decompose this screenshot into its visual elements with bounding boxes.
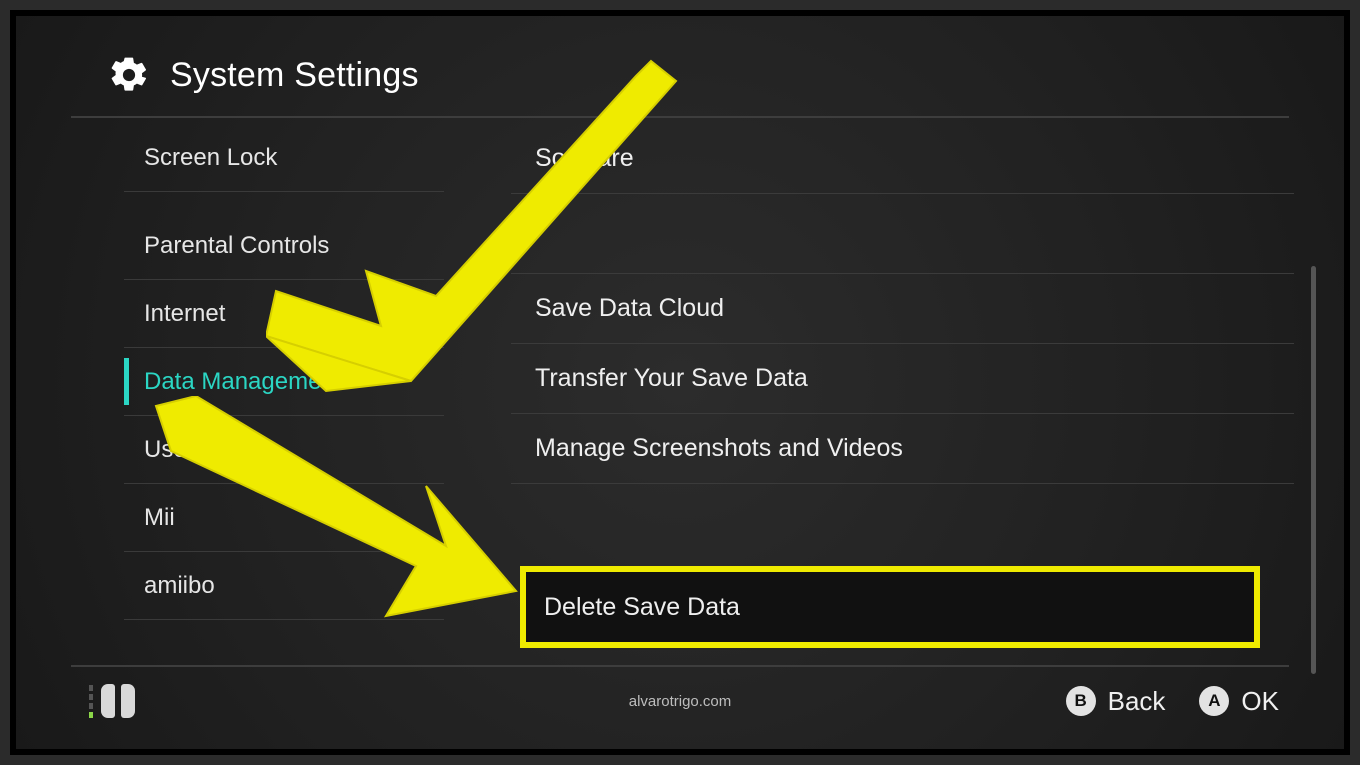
sidebar-item-label: User	[144, 436, 195, 464]
main-item-label: Manage Screenshots and Videos	[535, 434, 903, 463]
settings-sidebar: Screen Lock Parental Controls Internet D…	[124, 124, 444, 620]
sidebar-spacer	[124, 192, 444, 212]
page-title: System Settings	[170, 56, 419, 95]
page-header: System Settings	[108, 54, 419, 96]
sidebar-item-data-management[interactable]: Data Management	[124, 348, 444, 416]
main-item-label: Save Data Cloud	[535, 294, 724, 323]
a-button-icon: A	[1199, 686, 1229, 716]
sidebar-item-label: amiibo	[144, 572, 215, 600]
main-item-software[interactable]: Software	[511, 123, 1294, 194]
sidebar-item-label: Internet	[144, 300, 225, 328]
settings-main: Software Save Data Cloud Transfer Your S…	[511, 124, 1294, 484]
main-item-label: Delete Save Data	[544, 593, 740, 622]
main-item-label: Software	[535, 144, 634, 173]
hint-back[interactable]: B Back	[1066, 686, 1166, 717]
hint-label: OK	[1241, 686, 1279, 717]
sidebar-item-label: Data Management	[144, 368, 341, 396]
gear-icon	[108, 54, 150, 96]
b-button-icon: B	[1066, 686, 1096, 716]
main-section-spacer	[511, 194, 1294, 274]
sidebar-item-screen-lock[interactable]: Screen Lock	[124, 124, 444, 192]
hint-ok[interactable]: A OK	[1199, 686, 1279, 717]
sidebar-item-mii[interactable]: Mii	[124, 484, 444, 552]
main-item-save-data-cloud[interactable]: Save Data Cloud	[511, 273, 1294, 344]
sidebar-item-user[interactable]: User	[124, 416, 444, 484]
watermark-text: alvarotrigo.com	[629, 693, 732, 710]
sidebar-item-internet[interactable]: Internet	[124, 280, 444, 348]
main-item-label: Transfer Your Save Data	[535, 364, 808, 393]
sidebar-item-parental-controls[interactable]: Parental Controls	[124, 212, 444, 280]
sidebar-item-amiibo[interactable]: amiibo	[124, 552, 444, 620]
main-item-transfer-save-data[interactable]: Transfer Your Save Data	[511, 343, 1294, 414]
header-divider	[71, 116, 1289, 118]
main-item-manage-screenshots[interactable]: Manage Screenshots and Videos	[511, 413, 1294, 484]
controller-status-icon	[89, 684, 135, 718]
main-item-delete-save-data[interactable]: Delete Save Data	[520, 566, 1260, 648]
sidebar-item-label: Mii	[144, 504, 175, 532]
scrollbar[interactable]	[1311, 266, 1316, 674]
sidebar-item-label: Parental Controls	[144, 232, 329, 260]
footer: alvarotrigo.com B Back A OK	[71, 673, 1289, 729]
footer-divider	[71, 665, 1289, 667]
hint-label: Back	[1108, 686, 1166, 717]
sidebar-item-label: Screen Lock	[144, 144, 277, 172]
